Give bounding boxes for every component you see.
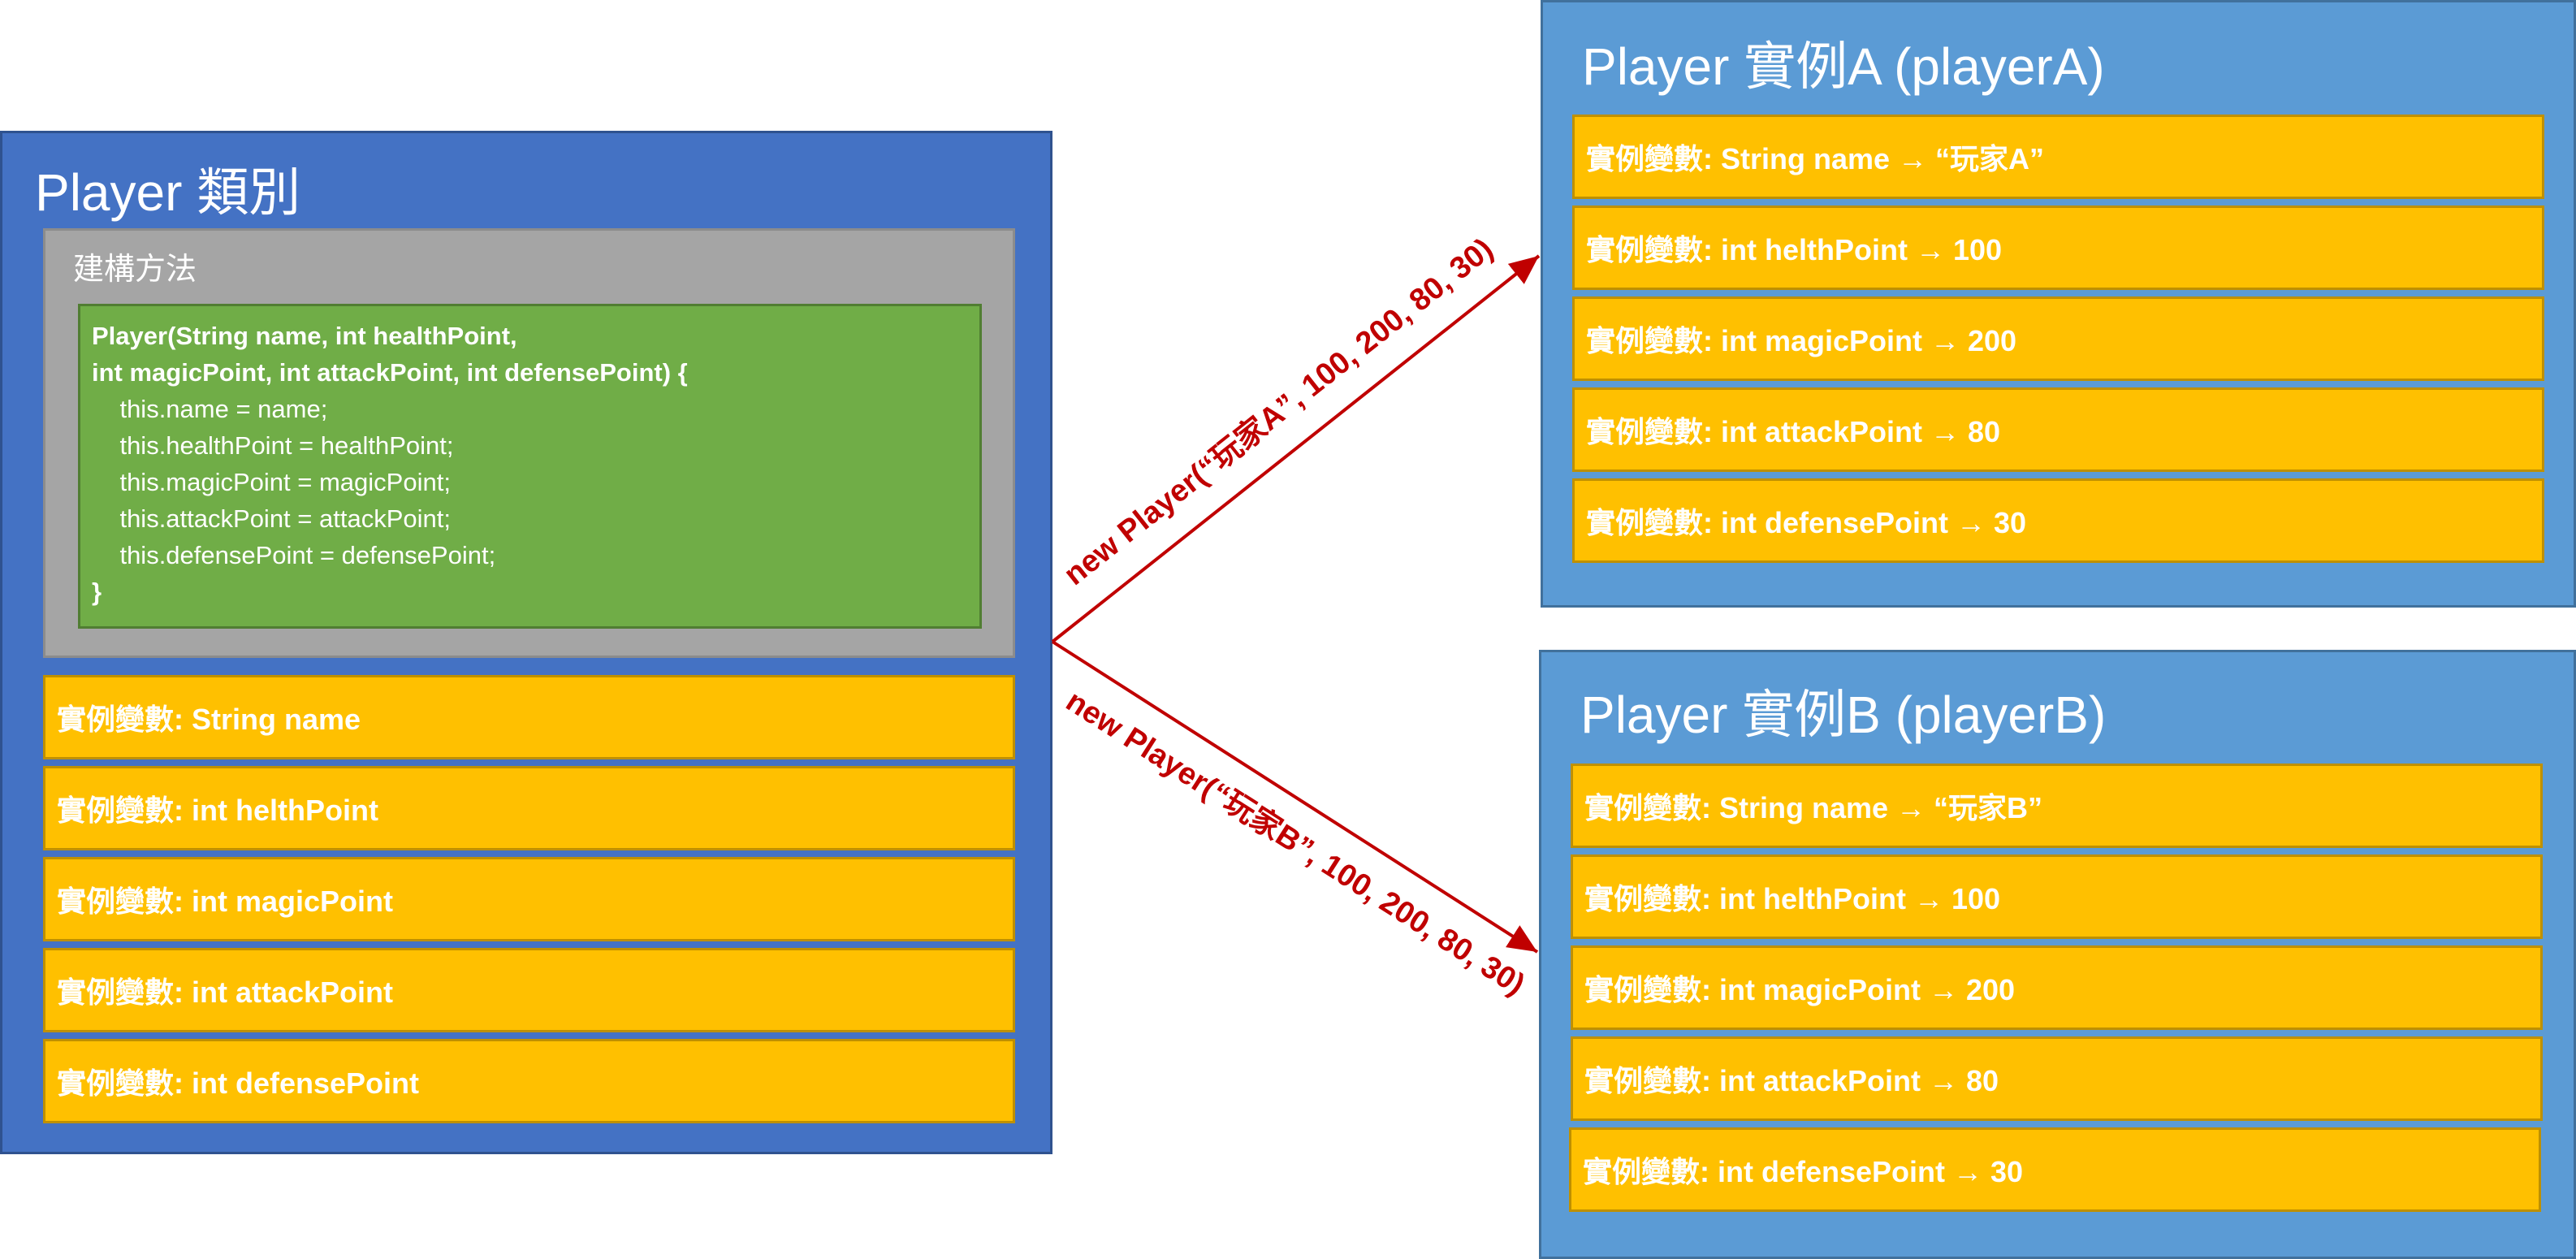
instance-a-field-attack: 實例變數: int attackPoint → 80 bbox=[1572, 387, 2544, 472]
instance-b-field-defense: 實例變數: int defensePoint → 30 bbox=[1569, 1127, 2541, 1212]
instance-b-title: Player 實例B (playerB) bbox=[1580, 686, 2107, 744]
code-line: this.defensePoint = defensePoint; bbox=[92, 541, 496, 569]
arrow-b-label: new Player(“玩家B”, 100, 200, 80, 30) bbox=[1060, 684, 1531, 1002]
arrow-to-instance-a bbox=[1051, 254, 1541, 643]
instance-b-field-health: 實例變數: int helthPoint → 100 bbox=[1571, 854, 2543, 939]
class-field-health: 實例變數: int helthPoint bbox=[43, 766, 1015, 850]
instance-a-field-name: 實例變數: String name → “玩家A” bbox=[1572, 115, 2544, 199]
instance-a-field-magic: 實例變數: int magicPoint → 200 bbox=[1572, 296, 2544, 381]
class-field-name: 實例變數: String name bbox=[43, 675, 1015, 759]
constructor-title: 建構方法 bbox=[73, 253, 197, 287]
player-class-box: Player 類別 建構方法 Player(String name, int h… bbox=[0, 131, 1052, 1154]
class-field-defense: 實例變數: int defensePoint bbox=[43, 1039, 1015, 1123]
constructor-box: 建構方法 Player(String name, int healthPoint… bbox=[43, 228, 1015, 658]
instance-b-field-attack: 實例變數: int attackPoint → 80 bbox=[1571, 1036, 2543, 1121]
code-line: this.magicPoint = magicPoint; bbox=[92, 468, 451, 496]
code-line: this.attackPoint = attackPoint; bbox=[92, 504, 451, 533]
instance-a-box: Player 實例A (playerA) 實例變數: String name →… bbox=[1541, 0, 2576, 608]
code-line: int magicPoint, int attackPoint, int def… bbox=[92, 358, 688, 387]
class-field-attack: 實例變數: int attackPoint bbox=[43, 948, 1015, 1032]
instance-a-field-health: 實例變數: int helthPoint → 100 bbox=[1572, 206, 2544, 290]
arrow-to-instance-b bbox=[1051, 640, 1539, 954]
arrow-a-label: new Player(“玩家A”, 100, 200, 80, 30) bbox=[1058, 231, 1500, 592]
instance-b-field-name: 實例變數: String name → “玩家B” bbox=[1571, 764, 2543, 848]
class-title: Player 類別 bbox=[35, 163, 301, 222]
constructor-code-block: Player(String name, int healthPoint, int… bbox=[78, 304, 982, 629]
code-line: Player(String name, int healthPoint, bbox=[92, 322, 517, 350]
instance-a-title: Player 實例A (playerA) bbox=[1582, 37, 2105, 96]
class-field-magic: 實例變數: int magicPoint bbox=[43, 857, 1015, 941]
code-line: } bbox=[92, 578, 102, 606]
instance-a-field-defense: 實例變數: int defensePoint → 30 bbox=[1572, 478, 2544, 563]
instance-b-box: Player 實例B (playerB) 實例變數: String name →… bbox=[1539, 650, 2576, 1259]
code-line: this.healthPoint = healthPoint; bbox=[92, 431, 454, 460]
code-line: this.name = name; bbox=[92, 395, 328, 423]
diagram-canvas: Player 類別 建構方法 Player(String name, int h… bbox=[0, 0, 2576, 1259]
instance-b-field-magic: 實例變數: int magicPoint → 200 bbox=[1571, 945, 2543, 1030]
